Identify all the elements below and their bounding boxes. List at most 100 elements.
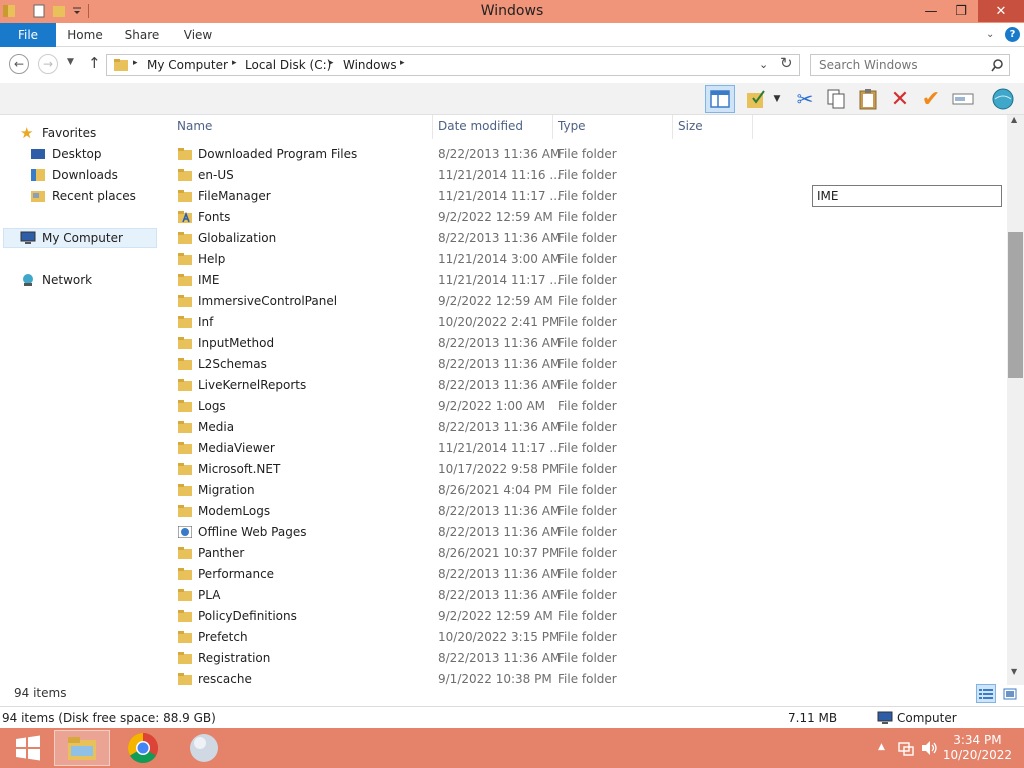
nav-desktop[interactable]: Desktop xyxy=(30,144,102,164)
maximize-button[interactable]: ❐ xyxy=(946,0,976,22)
rename-box[interactable] xyxy=(812,185,1002,207)
file-date: 8/22/2013 11:36 AM xyxy=(438,525,561,539)
column-divider[interactable] xyxy=(752,115,753,139)
breadcrumb-separator-icon[interactable]: ▸ xyxy=(400,58,405,68)
chevron-down-icon[interactable]: ▼ xyxy=(770,87,784,111)
nav-network[interactable]: Network xyxy=(20,270,92,290)
file-row[interactable]: Media 8/22/2013 11:36 AM File folder xyxy=(176,417,776,438)
file-date: 8/22/2013 11:36 AM xyxy=(438,504,561,518)
breadcrumb-local-disk[interactable]: Local Disk (C:) xyxy=(245,58,331,72)
file-row[interactable]: PLA 8/22/2013 11:36 AM File folder xyxy=(176,585,776,606)
offline-pages-icon xyxy=(178,526,192,538)
up-arrow-icon[interactable]: ↑ xyxy=(88,54,101,72)
network-tray-icon[interactable] xyxy=(898,740,914,756)
file-row[interactable]: FileManager 11/21/2014 11:17 ... File fold… xyxy=(176,186,776,207)
file-row[interactable]: ModemLogs 8/22/2013 11:36 AM File folder xyxy=(176,501,776,522)
search-icon[interactable] xyxy=(991,59,1004,72)
file-row[interactable]: L2Schemas 8/22/2013 11:36 AM File folder xyxy=(176,354,776,375)
file-row[interactable]: ImmersiveControlPanel 9/2/2022 12:59 AM Fi… xyxy=(176,291,776,312)
folder-icon xyxy=(178,505,192,517)
column-divider[interactable] xyxy=(432,115,433,139)
show-hidden-icons[interactable]: ▲ xyxy=(878,742,885,752)
refresh-icon[interactable]: ↻ xyxy=(780,54,793,72)
breadcrumb-windows[interactable]: Windows xyxy=(343,58,397,72)
minimize-button[interactable]: — xyxy=(916,0,946,22)
search-input[interactable] xyxy=(819,58,984,72)
nav-downloads[interactable]: Downloads xyxy=(30,165,118,185)
clock[interactable]: 3:34 PM 10/20/2022 xyxy=(943,733,1012,763)
breadcrumb-separator-icon[interactable]: ▸ xyxy=(232,58,237,68)
file-row[interactable]: Fonts 9/2/2022 12:59 AM File folder xyxy=(176,207,776,228)
large-icons-view-button[interactable] xyxy=(1000,684,1020,703)
file-row[interactable]: Migration 8/26/2021 4:04 PM File folder xyxy=(176,480,776,501)
tab-home[interactable]: Home xyxy=(62,23,108,47)
help-icon[interactable]: ? xyxy=(1005,27,1020,42)
recent-locations-icon[interactable]: ▼ xyxy=(67,57,74,67)
address-dropdown-icon[interactable]: ⌄ xyxy=(759,58,768,71)
file-row[interactable]: LiveKernelReports 8/22/2013 11:36 AM File … xyxy=(176,375,776,396)
file-row[interactable]: MediaViewer 11/21/2014 11:17 ... File fold… xyxy=(176,438,776,459)
file-row[interactable]: Logs 9/2/2022 1:00 AM File folder xyxy=(176,396,776,417)
file-row[interactable]: IME 11/21/2014 11:17 ... File folder xyxy=(176,270,776,291)
rename-input[interactable] xyxy=(817,189,997,203)
column-header-type[interactable]: Type xyxy=(558,119,586,133)
checkmark-icon[interactable]: ✔ xyxy=(919,87,943,112)
tab-view[interactable]: View xyxy=(178,23,218,47)
properties-button[interactable] xyxy=(991,87,1015,111)
taskbar-file-explorer[interactable] xyxy=(54,730,110,766)
paste-button[interactable] xyxy=(856,87,880,111)
file-name: ModemLogs xyxy=(198,504,271,518)
column-header-size[interactable]: Size xyxy=(678,119,703,133)
select-button[interactable] xyxy=(744,87,768,111)
tab-file[interactable]: File xyxy=(0,23,56,47)
address-bar[interactable]: ▸ My Computer ▸ Local Disk (C:) ▸ Window… xyxy=(106,54,800,76)
file-row[interactable]: rescache 9/1/2022 10:38 PM File folder xyxy=(176,669,776,685)
nav-favorites[interactable]: ★ Favorites xyxy=(20,123,96,143)
file-name: PLA xyxy=(198,588,221,602)
delete-icon[interactable]: ✕ xyxy=(888,87,912,112)
file-row[interactable]: Panther 8/26/2021 10:37 PM File folder xyxy=(176,543,776,564)
file-row[interactable]: Registration 8/22/2013 11:36 AM File folde… xyxy=(176,648,776,669)
file-type: File folder xyxy=(558,378,617,392)
file-row[interactable]: en-US 11/21/2014 11:16 ... File folder xyxy=(176,165,776,186)
column-divider[interactable] xyxy=(672,115,673,139)
copy-button[interactable] xyxy=(824,87,848,111)
vertical-scrollbar[interactable]: ▲ ▼ xyxy=(1007,115,1024,685)
nav-my-computer[interactable]: My Computer xyxy=(3,228,157,248)
nav-recent-places[interactable]: Recent places xyxy=(30,186,136,206)
chrome-icon xyxy=(127,733,159,764)
back-button[interactable]: ← xyxy=(9,54,29,74)
volume-icon[interactable] xyxy=(921,740,939,756)
breadcrumb-my-computer[interactable]: My Computer xyxy=(147,58,228,72)
file-row[interactable]: Inf 10/20/2022 2:41 PM File folder xyxy=(176,312,776,333)
file-row[interactable]: Downloaded Program Files 8/22/2013 11:36 … xyxy=(176,144,776,165)
file-name: LiveKernelReports xyxy=(198,378,307,392)
search-box[interactable] xyxy=(810,54,1010,76)
forward-button[interactable]: → xyxy=(38,54,58,74)
file-row[interactable]: Microsoft.NET 10/17/2022 9:58 PM File fold… xyxy=(176,459,776,480)
file-row[interactable]: Prefetch 10/20/2022 3:15 PM File folder xyxy=(176,627,776,648)
file-row[interactable]: Help 11/21/2014 3:00 AM File folder xyxy=(176,249,776,270)
details-view-button[interactable] xyxy=(976,684,996,703)
column-divider[interactable] xyxy=(552,115,553,139)
column-header-name[interactable]: Name xyxy=(177,119,212,133)
file-row[interactable]: Performance 8/22/2013 11:36 AM File folder xyxy=(176,564,776,585)
preview-pane-button[interactable] xyxy=(705,85,735,113)
scroll-down-icon[interactable]: ▼ xyxy=(1011,667,1017,676)
column-header-date[interactable]: Date modified xyxy=(438,119,523,133)
scrollbar-thumb[interactable] xyxy=(1008,232,1023,378)
start-button[interactable] xyxy=(0,730,56,766)
file-row[interactable]: Offline Web Pages 8/22/2013 11:36 AM File … xyxy=(176,522,776,543)
breadcrumb-separator-icon[interactable]: ▸ xyxy=(329,58,334,68)
tab-share[interactable]: Share xyxy=(120,23,164,47)
taskbar-app[interactable] xyxy=(176,730,232,766)
rename-button[interactable] xyxy=(951,87,975,111)
file-row[interactable]: Globalization 8/22/2013 11:36 AM File fold… xyxy=(176,228,776,249)
cut-icon[interactable]: ✂ xyxy=(793,87,817,111)
expand-ribbon-icon[interactable]: ⌄ xyxy=(986,29,994,40)
close-button[interactable]: ✕ xyxy=(978,0,1024,22)
scroll-up-icon[interactable]: ▲ xyxy=(1011,115,1017,124)
taskbar-chrome[interactable] xyxy=(115,730,171,766)
file-row[interactable]: InputMethod 8/22/2013 11:36 AM File folder xyxy=(176,333,776,354)
file-row[interactable]: PolicyDefinitions 9/2/2022 12:59 AM File f… xyxy=(176,606,776,627)
